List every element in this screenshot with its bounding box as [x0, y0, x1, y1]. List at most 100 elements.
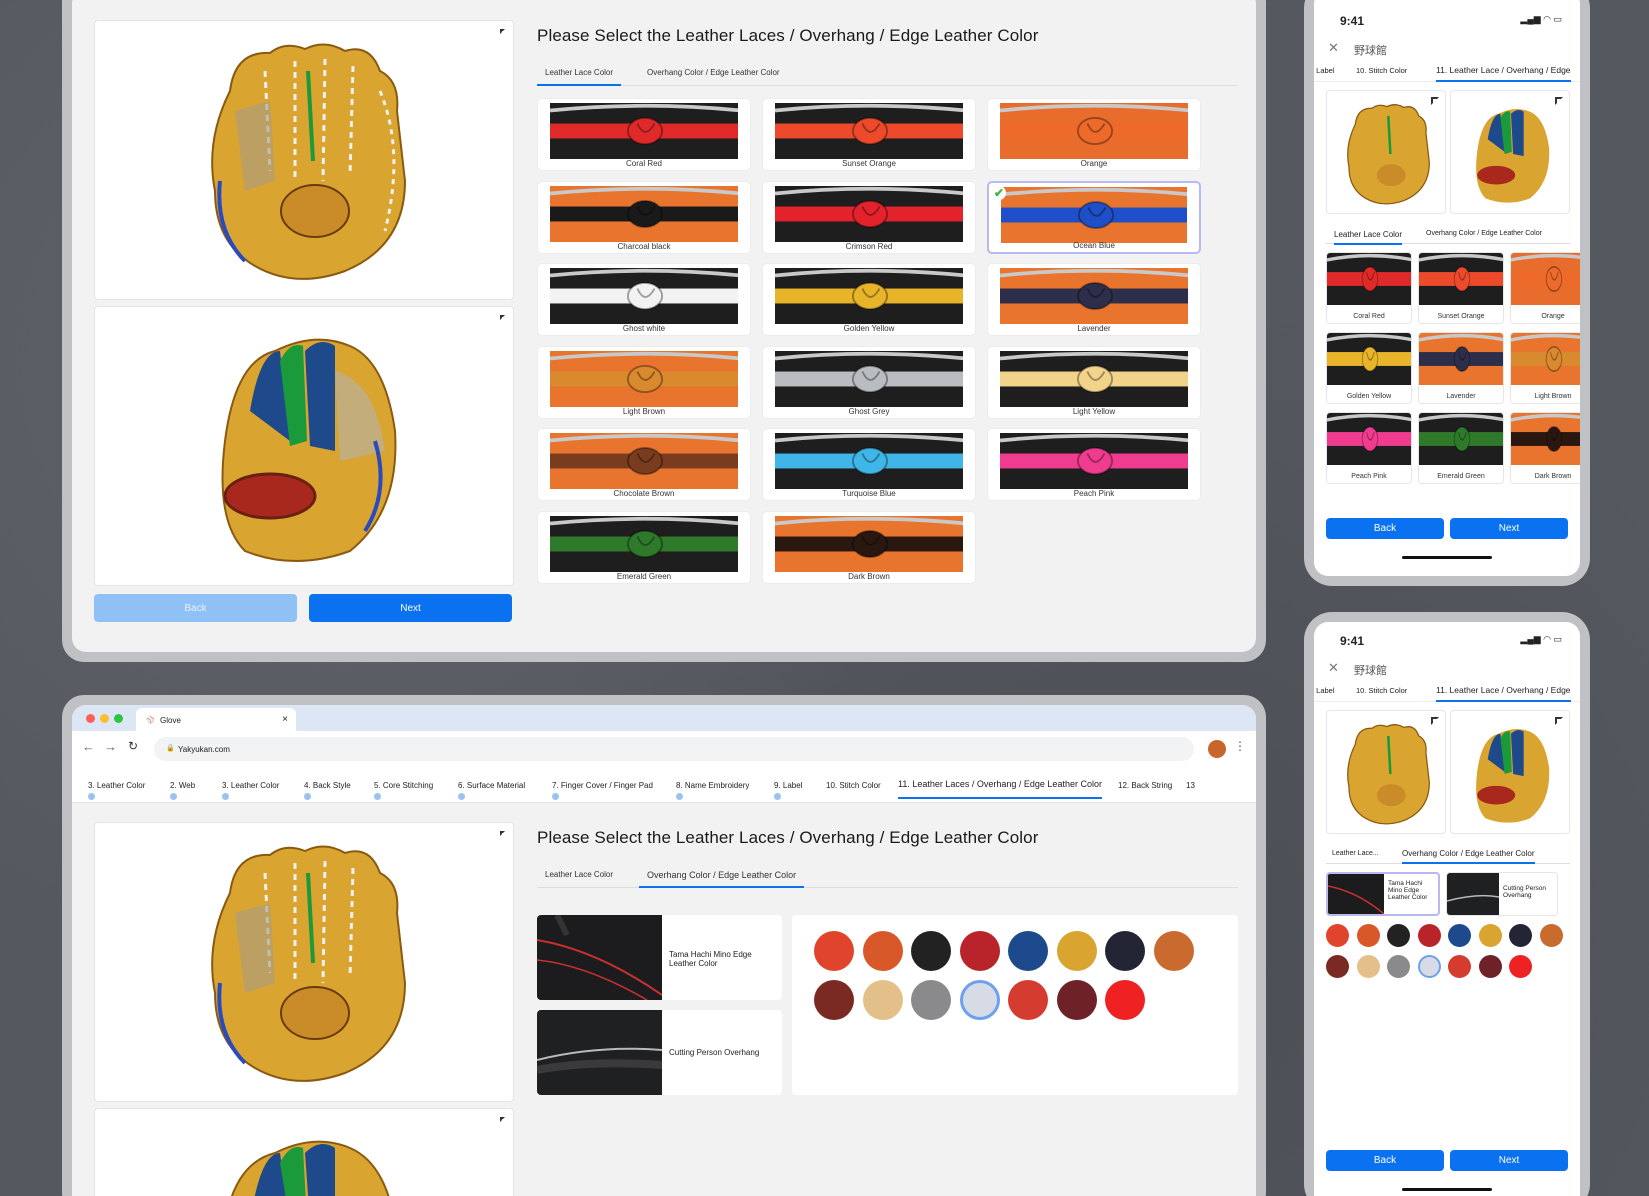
tab-overhang-edge-color[interactable]: Overhang Color / Edge Leather Color	[639, 62, 788, 85]
lace-option[interactable]: Sunset Orange	[1418, 252, 1504, 324]
minimize-window-dot[interactable]	[100, 714, 109, 723]
lace-option[interactable]: Light Yellow	[987, 345, 1201, 419]
expand-icon[interactable]	[1431, 97, 1439, 105]
close-window-dot[interactable]	[86, 714, 95, 723]
color-swatch[interactable]	[862, 931, 903, 971]
expand-icon[interactable]	[500, 831, 505, 836]
expand-icon[interactable]	[1555, 97, 1563, 105]
step-item[interactable]: 3. Leather Color	[88, 781, 145, 800]
color-swatch[interactable]	[1448, 955, 1471, 978]
lace-option[interactable]: Ghost Grey	[762, 345, 976, 419]
color-swatch[interactable]	[1356, 955, 1380, 978]
color-swatch[interactable]	[1326, 924, 1349, 947]
step-item[interactable]: 5. Core Stitching	[374, 781, 433, 800]
step-item[interactable]: 4. Back Style	[304, 781, 351, 800]
back-button[interactable]: Back	[1326, 1150, 1444, 1171]
tab-leather-lace-color[interactable]: Leather Lace Color	[1334, 230, 1403, 245]
step-item[interactable]: 10. Stitch Color	[1356, 686, 1407, 695]
lace-option[interactable]: Coral Red	[1326, 252, 1412, 324]
color-swatch[interactable]	[959, 931, 1000, 971]
color-swatch[interactable]	[1105, 980, 1145, 1020]
step-item[interactable]: 10. Stitch Color	[826, 781, 881, 790]
back-arrow-icon[interactable]: ←	[82, 739, 95, 754]
color-swatch[interactable]	[959, 980, 1000, 1020]
step-item[interactable]: 6. Surface Material	[458, 781, 525, 800]
maximize-window-dot[interactable]	[114, 714, 123, 723]
step-item[interactable]: 10. Stitch Color	[1356, 66, 1407, 75]
overhang-option-selected[interactable]: Tama Hachi Mino Edge Leather Color	[537, 915, 782, 1000]
reload-icon[interactable]: ↻	[128, 739, 138, 753]
color-swatch[interactable]	[1509, 924, 1532, 947]
color-swatch[interactable]	[1105, 931, 1145, 971]
lace-option[interactable]: Sunset Orange	[762, 98, 976, 171]
tab-leather-lace-color[interactable]: Leather Lace...	[1332, 850, 1379, 857]
step-item[interactable]: 11. Leather Lace / Overhang / Edge	[1436, 685, 1571, 702]
step-item[interactable]: 8. Name Embroidery	[676, 781, 749, 800]
color-swatch[interactable]	[814, 980, 854, 1020]
lace-option[interactable]: Orange	[987, 98, 1201, 171]
lace-option[interactable]: Coral Red	[537, 98, 751, 171]
color-swatch[interactable]	[911, 931, 951, 971]
expand-icon[interactable]	[500, 29, 505, 34]
step-item[interactable]: 13	[1186, 781, 1195, 790]
address-bar[interactable]: 🔒 Yakyukan.com	[154, 737, 1194, 761]
lace-option[interactable]: Dark Brown	[762, 510, 976, 584]
step-item[interactable]: . Label	[1314, 66, 1335, 75]
lace-option[interactable]: Peach Pink	[1326, 412, 1412, 484]
color-swatch[interactable]	[1448, 924, 1471, 947]
overhang-option[interactable]: Cutting Person Overhang	[1446, 872, 1558, 916]
tab-overhang-edge-color[interactable]: Overhang Color / Edge Leather Color	[639, 864, 805, 888]
lace-option[interactable]: Golden Yellow	[1326, 332, 1412, 404]
lace-option[interactable]: Golden Yellow	[762, 263, 976, 336]
back-button[interactable]: Back	[1326, 518, 1444, 539]
color-swatch[interactable]	[1387, 955, 1410, 978]
back-button[interactable]: Back	[94, 594, 297, 622]
lace-option[interactable]: Chocolate Brown	[537, 428, 751, 501]
glove-preview-front[interactable]	[1326, 710, 1446, 834]
lace-option[interactable]: Emerald Green	[537, 510, 751, 584]
step-item[interactable]: . Label	[1314, 686, 1335, 695]
forward-arrow-icon[interactable]: →	[104, 739, 117, 754]
tab-leather-lace-color[interactable]: Leather Lace Color	[537, 62, 622, 86]
color-swatch[interactable]	[1509, 955, 1532, 978]
glove-preview-front[interactable]	[1326, 90, 1446, 214]
color-swatch[interactable]	[1008, 980, 1048, 1020]
expand-icon[interactable]	[500, 315, 505, 320]
step-item[interactable]: 7. Finger Cover / Finger Pad	[552, 781, 653, 800]
step-item[interactable]: 11. Leather Laces / Overhang / Edge Leat…	[898, 779, 1102, 799]
browser-tab[interactable]: ⚾ Glove ×	[136, 708, 296, 731]
expand-icon[interactable]	[1431, 717, 1439, 725]
color-swatch[interactable]	[911, 980, 951, 1020]
color-swatch[interactable]	[1539, 924, 1563, 947]
color-swatch[interactable]	[1056, 931, 1097, 971]
glove-preview-front[interactable]	[94, 20, 514, 300]
color-swatch[interactable]	[1417, 955, 1441, 978]
color-swatch[interactable]	[1417, 924, 1441, 947]
lace-option[interactable]: Orange	[1510, 252, 1580, 324]
tab-overhang-edge-color[interactable]: Overhang Color / Edge Leather Color	[1426, 230, 1542, 237]
color-swatch[interactable]	[814, 931, 854, 971]
step-item[interactable]: 2. Web	[170, 781, 195, 800]
color-swatch[interactable]	[1356, 924, 1380, 947]
tab-leather-lace-color[interactable]: Leather Lace Color	[537, 864, 621, 887]
color-swatch[interactable]	[1478, 955, 1502, 978]
tab-overhang-edge-color[interactable]: Overhang Color / Edge Leather Color	[1402, 849, 1535, 864]
next-button[interactable]: Next	[309, 594, 512, 622]
lace-option[interactable]: Crimson Red	[762, 180, 976, 254]
more-menu-icon[interactable]: ⋮	[1234, 739, 1246, 753]
lace-option[interactable]: Lavender	[987, 263, 1201, 336]
step-item[interactable]: 12. Back String	[1118, 781, 1172, 790]
overhang-option-selected[interactable]: Tama Hachi Mino Edge Leather Color	[1326, 872, 1440, 916]
overhang-option[interactable]: Cutting Person Overhang	[537, 1010, 782, 1095]
glove-preview-front[interactable]	[94, 822, 514, 1102]
glove-preview-back[interactable]	[1450, 90, 1570, 214]
lace-option[interactable]: Dark Brown	[1510, 412, 1580, 484]
next-button[interactable]: Next	[1450, 1150, 1568, 1171]
glove-preview-back[interactable]	[94, 306, 514, 586]
color-swatch[interactable]	[1153, 931, 1194, 971]
lace-option[interactable]: Peach Pink	[987, 428, 1201, 501]
close-tab-icon[interactable]: ×	[282, 714, 288, 725]
color-swatch[interactable]	[1008, 931, 1048, 971]
color-swatch[interactable]	[1478, 924, 1502, 947]
lace-option[interactable]: Light Brown	[1510, 332, 1580, 404]
